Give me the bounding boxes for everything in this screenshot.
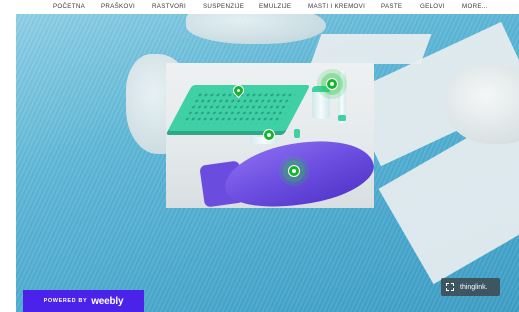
paper-sheet-decoration — [310, 34, 432, 64]
thinglink-label: thinglink. — [460, 283, 488, 291]
nav-item-suspenzije[interactable]: SUSPENZIJE — [203, 3, 244, 10]
weebly-logo: weebly — [91, 295, 124, 307]
nav-item-rastvori[interactable]: RASTVORI — [152, 3, 186, 10]
nav-item-praskovi[interactable]: PRAŠKOVI — [101, 3, 135, 10]
top-navigation: POČETNA PRAŠKOVI RASTVORI SUSPENZIJE EMU… — [0, 0, 519, 14]
interactive-image[interactable] — [166, 63, 374, 208]
hotspot-icon[interactable] — [326, 78, 338, 90]
hotspot-dot — [267, 133, 271, 137]
hotspot-dot — [330, 82, 334, 86]
capsule-illustration — [294, 129, 300, 138]
nav-item-emulzije[interactable]: EMULZIJE — [259, 3, 291, 10]
nav-item-pocetna[interactable]: POČETNA — [53, 3, 85, 10]
fullscreen-icon[interactable] — [446, 283, 454, 291]
hotspot-dot — [292, 169, 296, 173]
jar-illustration — [312, 86, 330, 119]
nav-item-paste[interactable]: PASTE — [381, 3, 402, 10]
nav-item-gelovi[interactable]: GELOVI — [420, 3, 445, 10]
powered-by-weebly-badge[interactable]: POWERED BY weebly — [23, 290, 144, 312]
nav-item-masti-i-kremovi[interactable]: MASTI I KREMOVI — [308, 3, 365, 10]
powered-by-label: POWERED BY — [43, 298, 88, 304]
cloth-decoration — [446, 64, 519, 144]
vial-cap — [338, 115, 346, 121]
hotspot-icon[interactable] — [288, 165, 300, 177]
cloth-decoration — [186, 14, 326, 44]
nav-item-more[interactable]: MORE... — [462, 3, 488, 10]
thinglink-badge[interactable]: thinglink. — [441, 278, 500, 296]
hotspot-icon[interactable] — [263, 129, 275, 141]
